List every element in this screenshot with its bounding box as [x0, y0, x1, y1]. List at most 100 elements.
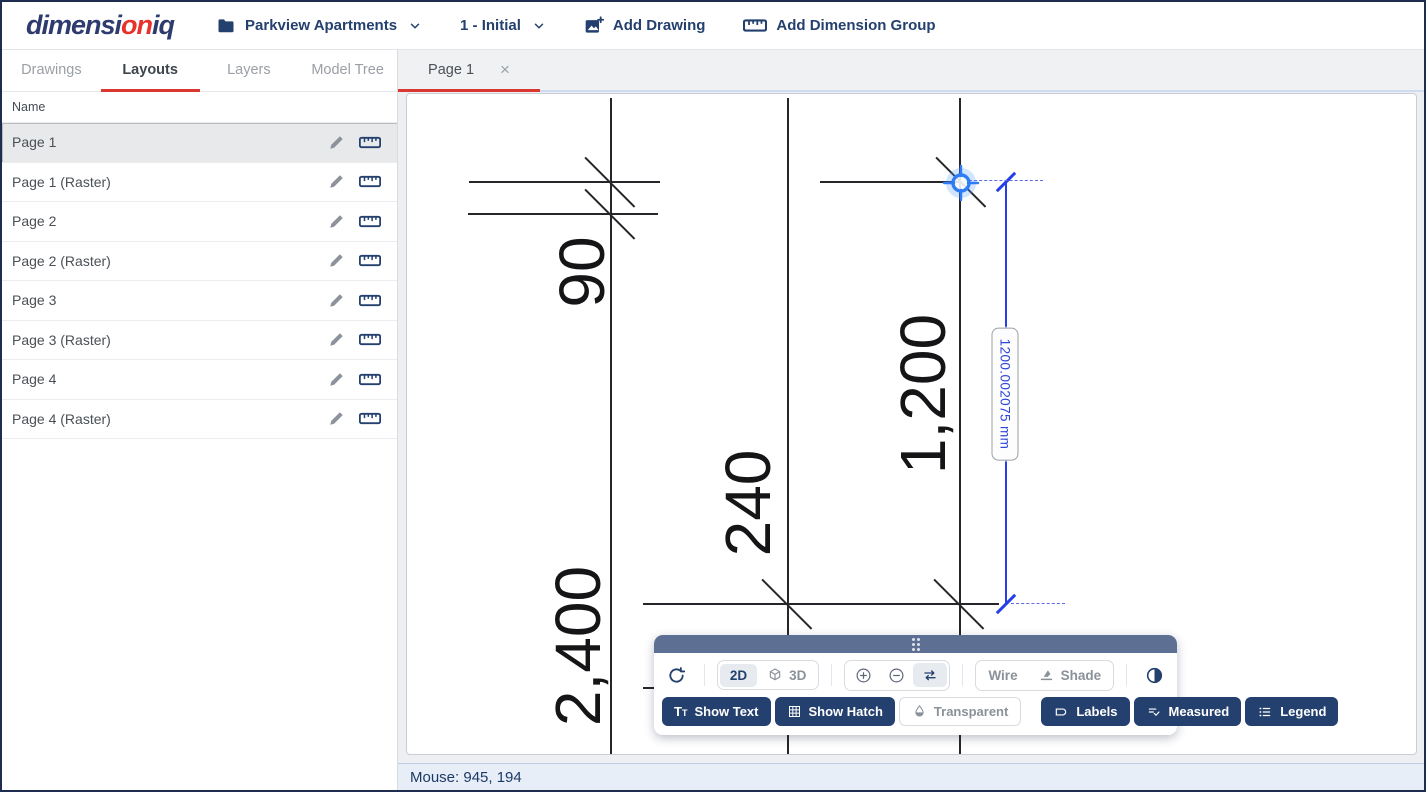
snap-crosshair-icon	[939, 161, 983, 205]
dimension-label-1200: 1,200	[886, 314, 960, 474]
layout-row-page-3[interactable]: Page 3	[2, 281, 397, 321]
document-tab-page-1[interactable]: Page 1 ×	[398, 50, 540, 92]
measurement-extension-dash	[1011, 603, 1065, 604]
layout-row-label: Page 3 (Raster)	[12, 332, 328, 348]
layout-row-page-1[interactable]: Page 1	[2, 123, 397, 163]
layout-row-page-4[interactable]: Page 4	[2, 360, 397, 400]
measured-label: Measured	[1169, 704, 1230, 719]
zoom-group	[844, 660, 950, 691]
toolbar-divider	[831, 664, 832, 686]
folder-icon	[216, 16, 236, 36]
ruler-icon[interactable]	[359, 253, 381, 268]
zoom-in-button[interactable]	[847, 663, 880, 688]
shade-button[interactable]: Shade	[1028, 663, 1112, 688]
wire-button[interactable]: Wire	[978, 664, 1027, 687]
ruler-icon	[743, 17, 767, 34]
ruler-icon[interactable]	[359, 174, 381, 189]
logo-part-3: iq	[152, 10, 174, 40]
edit-pencil-icon[interactable]	[328, 371, 345, 388]
list-column-header: Name	[2, 92, 397, 123]
ruler-icon[interactable]	[359, 332, 381, 347]
measured-button[interactable]: Measured	[1134, 697, 1242, 726]
legend-list-icon	[1257, 705, 1273, 719]
app-window: dimensioniq Parkview Apartments 1 - Init…	[0, 0, 1426, 792]
ruler-icon[interactable]	[359, 411, 381, 426]
logo-part-1: dimensi	[26, 10, 121, 40]
add-image-icon	[584, 16, 604, 36]
edit-pencil-icon[interactable]	[328, 410, 345, 427]
ruler-icon[interactable]	[359, 293, 381, 308]
toolbar-divider	[1126, 664, 1127, 686]
status-bar: Mouse: 945, 194	[398, 763, 1424, 790]
canvas-wrap: 90 240 1,200 2,400 1200.002075 mm	[398, 92, 1424, 763]
app-logo: dimensioniq	[26, 10, 174, 41]
rotate-icon	[667, 666, 686, 685]
droplet-icon	[912, 704, 927, 719]
view-3d-button[interactable]: 3D	[757, 663, 816, 687]
layout-row-label: Page 2 (Raster)	[12, 253, 328, 269]
dimension-line	[469, 181, 660, 183]
labels-button[interactable]: Labels	[1041, 697, 1129, 726]
document-tabbar: Page 1 ×	[398, 50, 1424, 92]
legend-button[interactable]: Legend	[1245, 697, 1338, 726]
close-icon[interactable]: ×	[500, 61, 510, 78]
layout-row-page-4-raster[interactable]: Page 4 (Raster)	[2, 400, 397, 440]
add-dimension-group-button[interactable]: Add Dimension Group	[743, 17, 935, 34]
layout-row-page-2[interactable]: Page 2	[2, 202, 397, 242]
layout-row-page-3-raster[interactable]: Page 3 (Raster)	[2, 321, 397, 361]
drawing-canvas[interactable]: 90 240 1,200 2,400 1200.002075 mm	[406, 93, 1417, 755]
drag-grip-icon	[912, 638, 920, 651]
contrast-button[interactable]	[1139, 660, 1169, 690]
project-name: Parkview Apartments	[245, 17, 397, 34]
tab-layouts[interactable]: Layouts	[101, 50, 200, 92]
layout-row-page-1-raster[interactable]: Page 1 (Raster)	[2, 163, 397, 203]
ruler-icon[interactable]	[359, 214, 381, 229]
tab-model-tree[interactable]: Model Tree	[298, 50, 397, 92]
toolbar-divider	[704, 664, 705, 686]
edit-pencil-icon[interactable]	[328, 173, 345, 190]
contrast-icon	[1145, 666, 1164, 685]
toolbar-drag-handle[interactable]	[654, 635, 1177, 653]
project-selector[interactable]: Parkview Apartments	[216, 16, 422, 36]
fit-swap-button[interactable]	[913, 663, 947, 687]
ruler-icon[interactable]	[359, 372, 381, 387]
document-tab-label: Page 1	[428, 62, 474, 78]
edit-pencil-icon[interactable]	[328, 331, 345, 348]
legend-label: Legend	[1280, 704, 1326, 719]
toolbar-divider	[962, 664, 963, 686]
view-2d-button[interactable]: 2D	[720, 664, 757, 687]
render-mode-group: Wire Shade	[975, 660, 1114, 691]
show-hatch-button[interactable]: Show Hatch	[775, 697, 895, 726]
mouse-coordinates: Mouse: 945, 194	[410, 769, 522, 786]
layout-row-label: Page 2	[12, 213, 328, 229]
version-selector[interactable]: 1 - Initial	[460, 17, 546, 34]
view-3d-label: 3D	[789, 668, 806, 683]
edit-pencil-icon[interactable]	[328, 252, 345, 269]
edit-pencil-icon[interactable]	[328, 213, 345, 230]
edit-pencil-icon[interactable]	[328, 292, 345, 309]
dimension-line	[468, 213, 658, 215]
app-body: Drawings Layouts Layers Model Tree Name …	[2, 50, 1424, 790]
tab-layers[interactable]: Layers	[200, 50, 299, 92]
transparent-button[interactable]: Transparent	[899, 697, 1021, 726]
layout-row-page-2-raster[interactable]: Page 2 (Raster)	[2, 242, 397, 282]
layout-row-label: Page 4	[12, 371, 328, 387]
cube-3d-icon	[767, 667, 783, 683]
ruler-icon[interactable]	[359, 135, 381, 150]
zoom-out-button[interactable]	[880, 663, 913, 688]
swap-arrows-icon	[921, 667, 939, 683]
rotate-button[interactable]	[662, 660, 692, 690]
add-drawing-button[interactable]: Add Drawing	[584, 16, 706, 36]
sidebar-tabs: Drawings Layouts Layers Model Tree	[2, 50, 397, 92]
hatch-grid-icon	[787, 704, 802, 719]
tab-drawings[interactable]: Drawings	[2, 50, 101, 92]
chevron-down-icon	[532, 19, 546, 33]
show-text-icon: TT	[674, 705, 687, 718]
minus-circle-icon	[888, 667, 905, 684]
transparent-label: Transparent	[934, 704, 1008, 719]
dimension-label-2400: 2,400	[541, 566, 615, 726]
edit-pencil-icon[interactable]	[328, 134, 345, 151]
add-dimension-group-label: Add Dimension Group	[776, 17, 935, 34]
show-text-button[interactable]: TT Show Text	[662, 697, 771, 726]
viewer-toolbar: 2D 3D	[654, 635, 1177, 735]
